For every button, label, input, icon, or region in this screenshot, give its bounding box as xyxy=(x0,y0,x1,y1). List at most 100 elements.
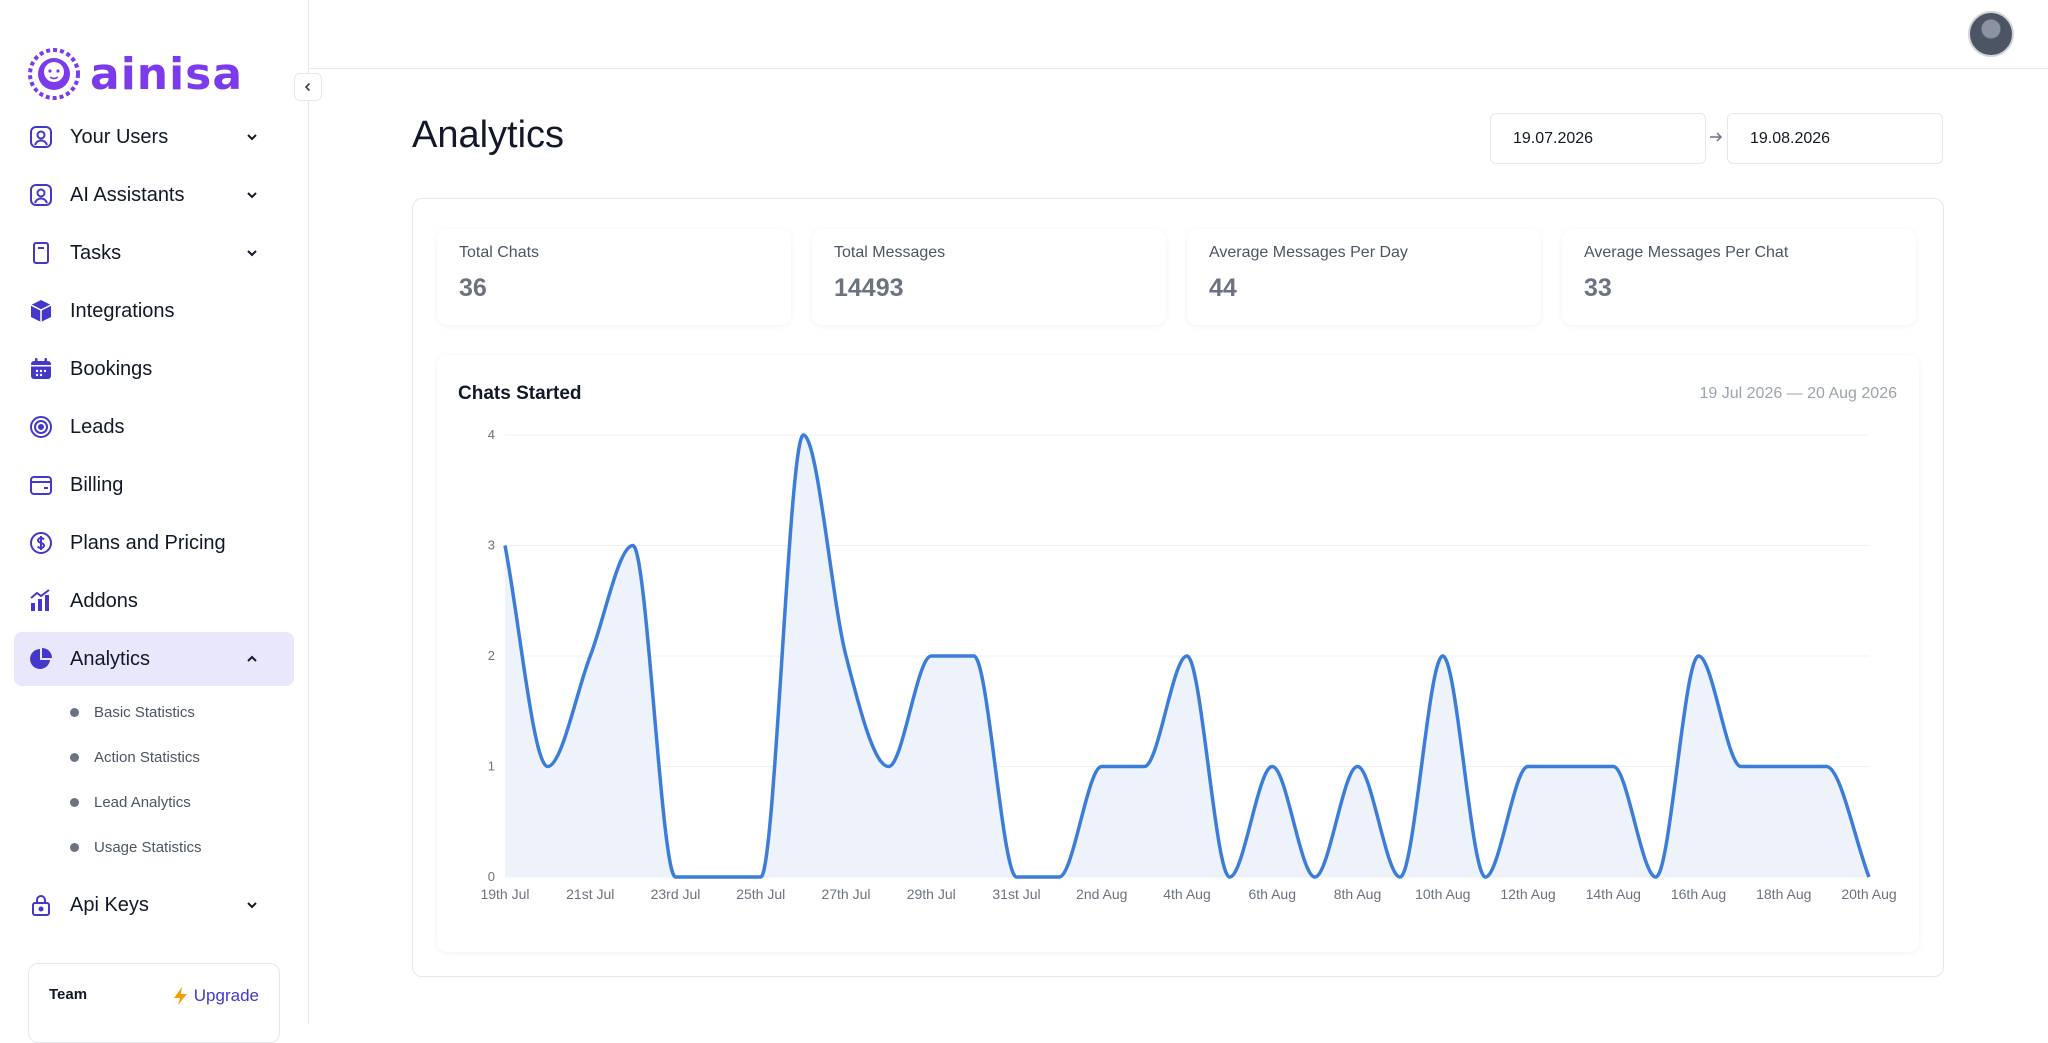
x-tick-label: 20th Aug xyxy=(1841,886,1896,902)
data-point xyxy=(1524,763,1532,771)
user-square-icon xyxy=(28,124,54,150)
data-point xyxy=(757,873,765,881)
sidebar-item-label: Integrations xyxy=(70,299,175,322)
bullet-icon xyxy=(70,843,79,852)
data-point xyxy=(970,652,978,660)
stat-value: 33 xyxy=(1584,274,1612,302)
data-point xyxy=(1183,652,1191,660)
submenu-item-basic-statistics[interactable]: Basic Statistics xyxy=(70,690,294,735)
upgrade-label: Upgrade xyxy=(193,986,259,1005)
y-tick-label: 0 xyxy=(488,869,495,884)
x-tick-label: 10th Aug xyxy=(1415,886,1470,902)
stat-card-avg-messages-per-chat: Average Messages Per Chat 33 xyxy=(1562,229,1916,325)
data-point xyxy=(1140,763,1148,771)
sidebar-item-analytics[interactable]: Analytics xyxy=(14,632,294,686)
page-title: Analytics xyxy=(412,114,565,156)
team-plan-label: Team xyxy=(49,986,88,1003)
sidebar-item-tasks[interactable]: Tasks xyxy=(14,226,294,280)
bullet-icon xyxy=(70,753,79,762)
sidebar-item-your-users[interactable]: Your Users xyxy=(14,110,294,164)
data-point xyxy=(799,431,807,439)
sidebar-nav: Your Users AI Assistants Tasks Integrati… xyxy=(14,110,294,936)
sidebar: ainisa Your Users AI Assistants Tasks In… xyxy=(0,0,309,1043)
stat-label: Average Messages Per Day xyxy=(1209,244,1408,261)
user-square-icon xyxy=(28,182,54,208)
submenu-item-usage-statistics[interactable]: Usage Statistics xyxy=(70,825,294,870)
data-point xyxy=(1865,873,1873,881)
dollar-circle-icon xyxy=(28,530,54,556)
submenu-item-action-statistics[interactable]: Action Statistics xyxy=(70,735,294,780)
x-tick-label: 25th Jul xyxy=(736,886,785,902)
chevron-down-icon xyxy=(247,134,257,141)
sidebar-item-label: Analytics xyxy=(70,647,151,670)
data-point xyxy=(1396,873,1404,881)
stat-label: Total Messages xyxy=(834,244,946,261)
data-point xyxy=(544,763,552,771)
sidebar-item-billing[interactable]: Billing xyxy=(14,458,294,512)
x-tick-label: 14th Aug xyxy=(1586,886,1641,902)
data-point xyxy=(1780,763,1788,771)
date-from-input[interactable]: 19.07.2026 xyxy=(1490,113,1706,164)
sidebar-item-label: Tasks xyxy=(70,241,122,264)
y-tick-label: 1 xyxy=(488,759,495,774)
upgrade-link[interactable]: Upgrade xyxy=(172,986,259,1006)
data-point xyxy=(1013,873,1021,881)
chevron-left-icon xyxy=(304,82,311,92)
submenu-item-label: Lead Analytics xyxy=(94,794,191,811)
stat-card-total-chats: Total Chats 36 xyxy=(437,229,791,325)
collapse-sidebar-button[interactable] xyxy=(294,73,322,101)
sidebar-item-ai-assistants[interactable]: AI Assistants xyxy=(14,168,294,222)
submenu-item-label: Action Statistics xyxy=(94,749,200,766)
user-avatar[interactable] xyxy=(1968,11,2014,57)
brand-logo[interactable]: ainisa xyxy=(28,48,243,100)
lock-icon xyxy=(28,892,54,918)
team-plan-card: Team Upgrade xyxy=(28,963,280,1043)
submenu-item-lead-analytics[interactable]: Lead Analytics xyxy=(70,780,294,825)
analytics-submenu: Basic Statistics Action Statistics Lead … xyxy=(14,690,294,870)
stat-card-avg-messages-per-day: Average Messages Per Day 44 xyxy=(1187,229,1541,325)
x-tick-label: 27th Jul xyxy=(821,886,870,902)
data-point xyxy=(1652,873,1660,881)
sidebar-item-integrations[interactable]: Integrations xyxy=(14,284,294,338)
sidebar-item-leads[interactable]: Leads xyxy=(14,400,294,454)
sidebar-item-plans-and-pricing[interactable]: Plans and Pricing xyxy=(14,516,294,570)
date-to-input[interactable]: 19.08.2026 xyxy=(1727,113,1943,164)
data-point xyxy=(1481,873,1489,881)
clipboard-icon xyxy=(28,240,54,266)
stat-card-total-messages: Total Messages 14493 xyxy=(812,229,1166,325)
stat-value: 36 xyxy=(459,274,487,302)
chevron-down-icon xyxy=(247,250,257,257)
x-tick-label: 8th Aug xyxy=(1334,886,1382,902)
sidebar-item-addons[interactable]: Addons xyxy=(14,574,294,628)
stat-label: Total Chats xyxy=(459,244,540,261)
x-tick-label: 16th Aug xyxy=(1671,886,1726,902)
data-point xyxy=(629,542,637,550)
sidebar-item-api-keys[interactable]: Api Keys xyxy=(14,878,294,932)
x-tick-label: 18th Aug xyxy=(1756,886,1811,902)
x-tick-label: 31st Jul xyxy=(992,886,1040,902)
x-tick-label: 23rd Jul xyxy=(651,886,701,902)
x-tick-label: 19th Jul xyxy=(480,886,529,902)
x-tick-label: 29th Jul xyxy=(907,886,956,902)
y-tick-label: 4 xyxy=(488,427,495,442)
sidebar-item-label: Leads xyxy=(70,415,125,438)
chevron-up-icon xyxy=(247,655,257,662)
sidebar-item-bookings[interactable]: Bookings xyxy=(14,342,294,396)
sidebar-item-label: AI Assistants xyxy=(70,183,185,206)
data-point xyxy=(1098,763,1106,771)
x-tick-label: 2nd Aug xyxy=(1076,886,1127,902)
data-point xyxy=(714,873,722,881)
medusa-logo-icon xyxy=(28,48,80,100)
bar-chart-icon xyxy=(28,588,54,614)
bullet-icon xyxy=(70,798,79,807)
y-tick-label: 2 xyxy=(488,648,495,663)
x-tick-label: 6th Aug xyxy=(1249,886,1297,902)
data-point xyxy=(586,652,594,660)
data-point xyxy=(1567,763,1575,771)
stat-value: 44 xyxy=(1209,274,1237,302)
brand-name: ainisa xyxy=(90,48,244,100)
chats-started-chart-card: Chats Started 19 Jul 2026 — 20 Aug 2026 … xyxy=(437,355,1919,952)
sidebar-item-label: Addons xyxy=(70,589,138,612)
data-point xyxy=(1268,763,1276,771)
stat-label: Average Messages Per Chat xyxy=(1584,244,1789,261)
